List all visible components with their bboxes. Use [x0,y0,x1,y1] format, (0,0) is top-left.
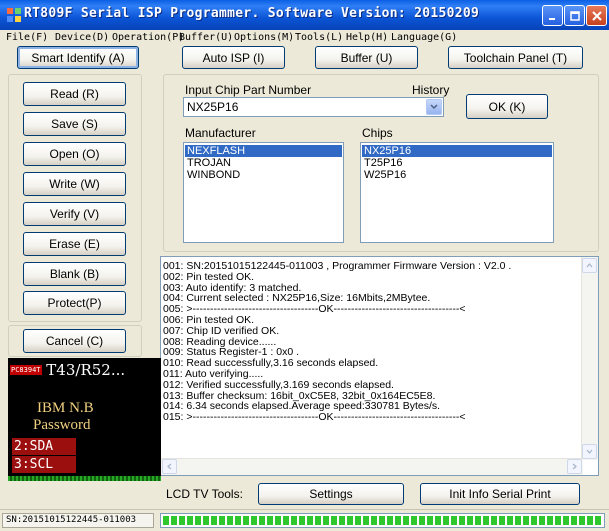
log-line: 007: Chip ID verified OK. [163,324,280,337]
log-line: 015: >----------------------------------… [163,411,466,424]
maximize-button[interactable] [564,5,585,26]
ok-button[interactable]: OK (K) [466,94,548,119]
maximize-icon [569,10,580,21]
read-button[interactable]: Read (R) [23,82,126,106]
minimize-icon [548,17,555,20]
init-info-serial-print-button[interactable]: Init Info Serial Print [420,483,580,505]
chevron-right-icon [572,463,577,470]
app-icon [7,8,21,22]
title-bar[interactable]: RT809F Serial ISP Programmer. Software V… [0,0,609,30]
chevron-down-icon [586,449,593,454]
scroll-left-button[interactable] [162,459,177,474]
log-vertical-scrollbar[interactable] [581,257,598,460]
log-output[interactable]: 001: SN:20151015122445-011003 , Programm… [160,256,599,476]
chevron-up-icon [586,263,593,268]
verify-button[interactable]: Verify (V) [23,202,126,226]
auto-isp-button[interactable]: Auto ISP (I) [182,46,285,69]
scroll-down-button[interactable] [582,444,597,459]
lcd-pin-scl: 3:SCL [12,456,76,473]
chevron-left-icon [167,463,172,470]
chip-input-label: Input Chip Part Number [185,83,312,97]
progress-bar [160,513,605,528]
lcd-pin-strip [8,476,161,481]
buffer-button[interactable]: Buffer (U) [315,46,418,69]
menu-buffer[interactable]: Buffer(U) [179,32,233,43]
scroll-right-button[interactable] [567,459,582,474]
manufacturer-label: Manufacturer [185,126,256,140]
log-horizontal-scrollbar[interactable] [161,458,583,475]
manufacturer-item-winbond[interactable]: WINBOND [185,169,342,181]
erase-button[interactable]: Erase (E) [23,232,126,256]
lcd-pin-sda: 2:SDA [12,438,76,455]
status-bar: SN:20151015122445-011003 [0,509,609,531]
close-button[interactable] [586,5,607,26]
menu-device[interactable]: Device(D) [55,32,109,43]
part-number-value: NX25P16 [187,100,239,114]
log-line: 002: Pin tested OK. [163,270,255,283]
window-title: RT809F Serial ISP Programmer. Software V… [24,6,480,21]
lcd-preview: PC8394T T43/R52... IBM N.B Password 2:SD… [8,358,161,481]
lcd-header: PC8394T T43/R52... [10,361,125,379]
lcd-line-1: IBM N.B [37,400,94,416]
lcd-header-text: T43/R52... [46,361,126,379]
menu-file[interactable]: File(F) [6,32,48,43]
cancel-button[interactable]: Cancel (C) [23,329,126,353]
smart-identify-button[interactable]: Smart Identify (A) [17,46,139,69]
menu-operation[interactable]: Operation(P) [112,32,184,43]
toolchain-panel-button[interactable]: Toolchain Panel (T) [448,46,583,69]
manufacturer-item-nexflash[interactable]: NEXFLASH [185,145,342,157]
blank-button[interactable]: Blank (B) [23,262,126,286]
lcd-chip-id: PC8394T [10,365,42,375]
chips-list[interactable]: NX25P16 T25P16 W25P16 [360,142,554,243]
chevron-down-icon [430,104,438,110]
manufacturer-list[interactable]: NEXFLASH TROJAN WINBOND [183,142,344,243]
save-button[interactable]: Save (S) [23,112,126,136]
write-button[interactable]: Write (W) [23,172,126,196]
menu-language[interactable]: Language(G) [391,32,457,43]
combo-dropdown-button[interactable] [426,99,442,115]
part-number-combo[interactable]: NX25P16 [183,97,444,117]
scroll-up-button[interactable] [582,258,597,273]
progress-fill [163,516,602,525]
open-button[interactable]: Open (O) [23,142,126,166]
lcd-settings-button[interactable]: Settings [258,483,404,505]
menu-options[interactable]: Options(M) [234,32,294,43]
menu-help[interactable]: Help(H) [346,32,388,43]
chip-item-nx25p16[interactable]: NX25P16 [362,145,552,157]
serial-number-panel: SN:20151015122445-011003 [2,513,154,528]
close-icon [591,10,602,21]
log-line: 012: Verified successfully,3.169 seconds… [163,378,394,391]
menu-tools[interactable]: Tools(L) [295,32,343,43]
chip-item-w25p16[interactable]: W25P16 [362,169,552,181]
lcd-line-2: Password [33,417,91,433]
protect-button[interactable]: Protect(P) [23,291,126,315]
history-label: History [412,83,450,97]
minimize-button[interactable] [542,5,563,26]
chip-item-t25p16[interactable]: T25P16 [362,157,552,169]
lcd-tools-label: LCD TV Tools: [166,487,243,501]
manufacturer-item-trojan[interactable]: TROJAN [185,157,342,169]
chips-label: Chips [362,126,393,140]
